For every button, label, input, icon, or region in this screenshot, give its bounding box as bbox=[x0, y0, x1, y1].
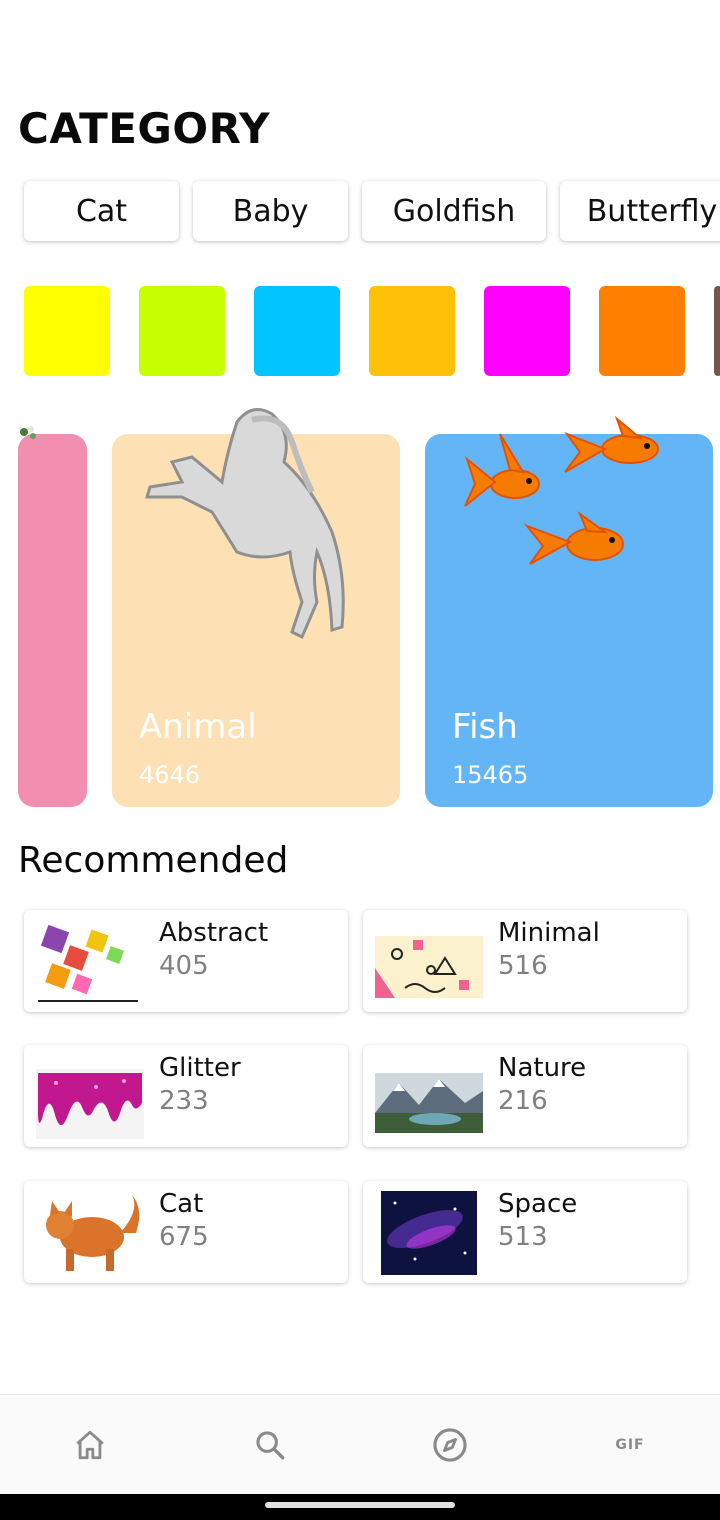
card-title: Animal bbox=[139, 707, 257, 747]
space-thumbnail bbox=[381, 1191, 477, 1275]
recommended-item-cat[interactable]: Cat 675 bbox=[24, 1181, 348, 1283]
color-swatch[interactable] bbox=[139, 286, 225, 376]
category-card[interactable] bbox=[18, 426, 87, 807]
card-count: 4646 bbox=[139, 761, 201, 789]
item-count: 675 bbox=[159, 1222, 209, 1252]
gif-icon: GIF bbox=[615, 1436, 645, 1453]
chip-cat[interactable]: Cat bbox=[24, 181, 179, 241]
item-name: Abstract bbox=[159, 918, 269, 948]
category-chips: Cat Baby Goldfish Butterfly bbox=[24, 181, 720, 243]
nav-home[interactable] bbox=[0, 1395, 180, 1494]
item-count: 513 bbox=[498, 1222, 548, 1252]
compass-icon bbox=[433, 1427, 467, 1462]
color-swatch[interactable] bbox=[599, 286, 685, 376]
section-title-recommended: Recommended bbox=[18, 840, 289, 881]
page-title: CATEGORY bbox=[18, 104, 271, 153]
color-swatch[interactable] bbox=[254, 286, 340, 376]
color-swatch[interactable] bbox=[369, 286, 455, 376]
item-count: 216 bbox=[498, 1086, 548, 1116]
chip-goldfish[interactable]: Goldfish bbox=[362, 181, 546, 241]
chip-baby[interactable]: Baby bbox=[193, 181, 348, 241]
nav-explore[interactable] bbox=[360, 1395, 540, 1494]
nav-search[interactable] bbox=[180, 1395, 360, 1494]
color-swatch[interactable] bbox=[714, 286, 720, 376]
card-title: Fish bbox=[452, 707, 518, 747]
goldfish-image bbox=[464, 415, 659, 565]
item-count: 516 bbox=[498, 951, 548, 981]
item-name: Minimal bbox=[498, 918, 600, 948]
recommended-item-nature[interactable]: Nature 216 bbox=[363, 1045, 687, 1147]
category-cards: Animal 4646 Fish 15465 bbox=[0, 400, 720, 810]
color-swatches bbox=[24, 286, 720, 376]
card-count: 15465 bbox=[452, 761, 529, 789]
abstract-thumbnail bbox=[38, 924, 138, 1002]
minimal-thumbnail bbox=[375, 936, 483, 998]
item-count: 405 bbox=[159, 951, 209, 981]
horse-image bbox=[144, 408, 345, 640]
color-swatch[interactable] bbox=[24, 286, 110, 376]
home-indicator[interactable] bbox=[265, 1502, 455, 1508]
color-swatch[interactable] bbox=[484, 286, 570, 376]
search-icon bbox=[256, 1430, 285, 1459]
category-card-fish[interactable]: Fish 15465 bbox=[425, 415, 713, 807]
item-name: Cat bbox=[159, 1189, 204, 1219]
bottom-navigation: GIF bbox=[0, 1394, 720, 1494]
item-name: Glitter bbox=[159, 1053, 241, 1083]
recommended-item-space[interactable]: Space 513 bbox=[363, 1181, 687, 1283]
category-card-animal[interactable]: Animal 4646 bbox=[112, 408, 400, 807]
item-name: Nature bbox=[498, 1053, 587, 1083]
chip-butterfly[interactable]: Butterfly bbox=[560, 181, 720, 241]
recommended-item-abstract[interactable]: Abstract 405 bbox=[24, 910, 348, 1012]
recommended-item-glitter[interactable]: Glitter 233 bbox=[24, 1045, 348, 1147]
cat-thumbnail bbox=[46, 1195, 140, 1271]
item-name: Space bbox=[498, 1189, 578, 1219]
home-icon bbox=[76, 1430, 104, 1459]
recommended-item-minimal[interactable]: Minimal 516 bbox=[363, 910, 687, 1012]
flower-image bbox=[20, 426, 36, 439]
nature-thumbnail bbox=[375, 1073, 483, 1133]
glitter-thumbnail bbox=[36, 1069, 144, 1139]
item-count: 233 bbox=[159, 1086, 209, 1116]
nav-gif[interactable]: GIF bbox=[540, 1395, 720, 1494]
